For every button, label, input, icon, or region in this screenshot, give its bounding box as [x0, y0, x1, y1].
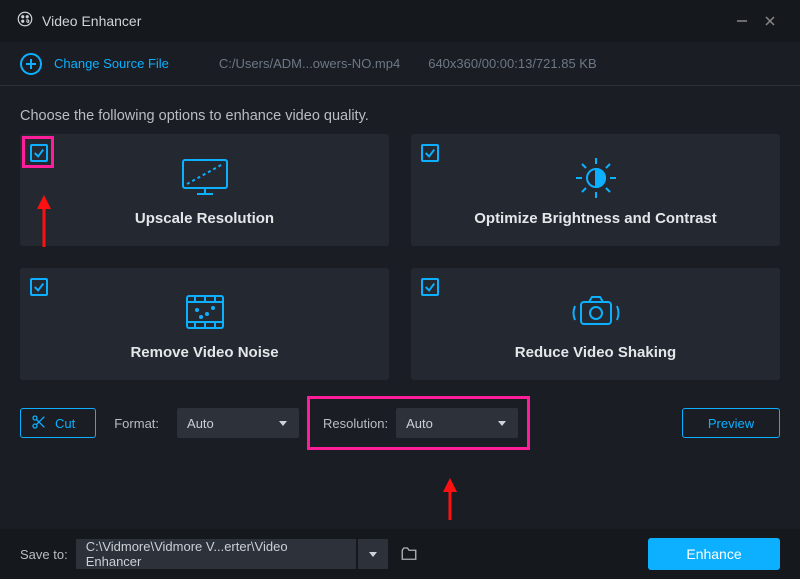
cut-label: Cut [55, 416, 75, 431]
minimize-button[interactable] [728, 7, 756, 35]
card-label: Upscale Resolution [135, 210, 274, 227]
upscale-checkbox[interactable] [30, 144, 48, 162]
format-value: Auto [187, 416, 214, 431]
cut-button[interactable]: Cut [20, 408, 96, 438]
format-label: Format: [114, 416, 159, 431]
scissors-icon [31, 414, 47, 433]
card-remove-noise[interactable]: Remove Video Noise [20, 268, 389, 380]
save-path-dropdown[interactable] [358, 539, 388, 569]
brightness-icon [572, 154, 620, 202]
source-path: C:/Users/ADM...owers-NO.mp4 [219, 56, 400, 71]
resolution-dropdown[interactable]: Auto [396, 408, 518, 438]
add-source-button[interactable] [20, 53, 42, 75]
intro-text: Choose the following options to enhance … [0, 86, 800, 134]
controls-row: Cut Format: Auto Resolution: Auto Previe… [0, 380, 800, 444]
brightness-checkbox[interactable] [421, 144, 439, 162]
save-to-label: Save to: [20, 547, 68, 562]
card-reduce-shaking[interactable]: Reduce Video Shaking [411, 268, 780, 380]
save-path-field[interactable]: C:\Vidmore\Vidmore V...erter\Video Enhan… [76, 539, 356, 569]
source-info: 640x360/00:00:13/721.85 KB [428, 56, 596, 71]
preview-button[interactable]: Preview [682, 408, 780, 438]
shaking-checkbox[interactable] [421, 278, 439, 296]
open-folder-button[interactable] [394, 539, 424, 569]
title-bar: Video Enhancer [0, 0, 800, 42]
options-grid: Upscale Resolution Optimize Brightness a… [0, 134, 800, 380]
folder-icon [400, 545, 418, 563]
resolution-value: Auto [406, 416, 433, 431]
film-noise-icon [181, 288, 229, 336]
chevron-down-icon [367, 548, 379, 560]
enhance-button[interactable]: Enhance [648, 538, 780, 570]
chevron-down-icon [277, 417, 289, 429]
card-upscale-resolution[interactable]: Upscale Resolution [20, 134, 389, 246]
format-dropdown[interactable]: Auto [177, 408, 299, 438]
annotation-arrow-up [438, 478, 462, 524]
close-button[interactable] [756, 7, 784, 35]
palette-icon [16, 10, 34, 33]
bottom-bar: Save to: C:\Vidmore\Vidmore V...erter\Vi… [0, 529, 800, 579]
resolution-label: Resolution: [323, 416, 388, 431]
monitor-upscale-icon [177, 154, 233, 202]
card-label: Remove Video Noise [130, 344, 278, 361]
change-source-link[interactable]: Change Source File [54, 56, 169, 71]
camera-shake-icon [569, 288, 623, 336]
noise-checkbox[interactable] [30, 278, 48, 296]
chevron-down-icon [496, 417, 508, 429]
card-brightness-contrast[interactable]: Optimize Brightness and Contrast [411, 134, 780, 246]
card-label: Reduce Video Shaking [515, 344, 676, 361]
source-bar: Change Source File C:/Users/ADM...owers-… [0, 42, 800, 86]
card-label: Optimize Brightness and Contrast [474, 210, 717, 227]
window-title: Video Enhancer [42, 13, 141, 29]
resolution-group: Resolution: Auto [313, 402, 524, 444]
